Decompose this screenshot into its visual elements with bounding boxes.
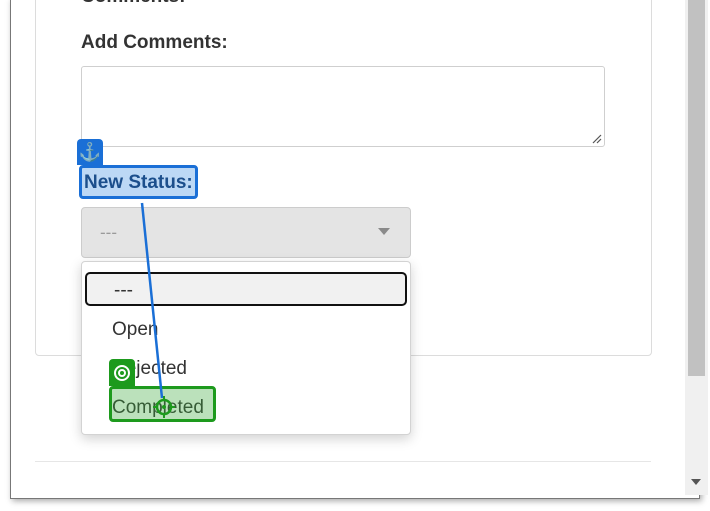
resize-grip-icon[interactable]	[592, 134, 602, 144]
chevron-down-icon	[378, 228, 390, 235]
option-label: ---	[114, 280, 133, 301]
target-icon	[109, 359, 135, 386]
new-status-label: New Status:	[79, 165, 198, 199]
scroll-down-arrow-icon[interactable]	[691, 479, 701, 485]
status-select-value: ---	[100, 223, 117, 242]
option-label: Open	[112, 319, 159, 340]
option-none[interactable]: ---	[85, 272, 407, 306]
scrollbar-thumb[interactable]	[688, 0, 705, 376]
comments-label: Comments:	[81, 0, 186, 8]
status-select[interactable]: ---	[81, 207, 411, 258]
footer-divider	[35, 461, 651, 462]
anchor-icon: ⚓	[77, 139, 103, 165]
dialog-window: Comments: Add Comments: ⚓ New Status: --…	[10, 0, 708, 499]
add-comments-textarea[interactable]	[81, 66, 605, 147]
option-open[interactable]: Open	[82, 310, 410, 348]
target-highlight	[109, 386, 216, 422]
add-comments-label: Add Comments:	[81, 32, 228, 53]
vertical-scrollbar[interactable]	[685, 0, 708, 495]
